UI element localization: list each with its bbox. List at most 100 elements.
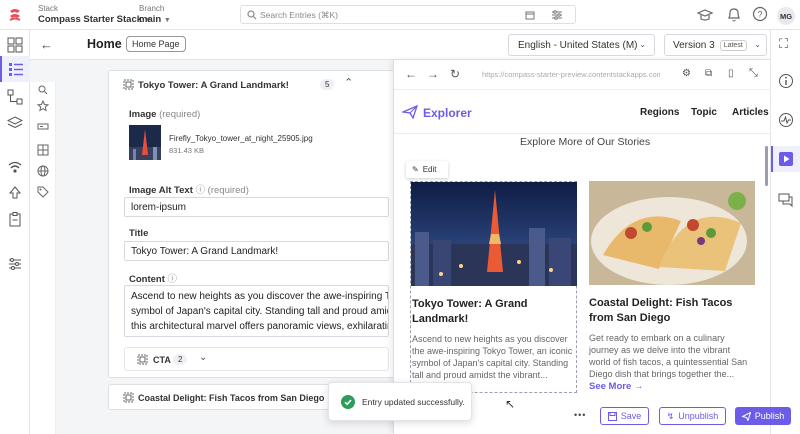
branch-label: Branch [139, 4, 165, 13]
info-icon[interactable] [778, 73, 794, 89]
comments-icon[interactable] [778, 192, 794, 208]
story-card-tacos[interactable]: Coastal Delight: Fish Tacos from San Die… [589, 181, 755, 393]
version-value: Version 3 [673, 39, 715, 51]
locale-selector[interactable]: English - United States (M) ⌄ [508, 34, 655, 56]
nav-entries-active[interactable] [0, 56, 30, 82]
field-tools-bar [30, 82, 56, 434]
cta-group: CTA 2 ⌄ [124, 347, 389, 371]
search-icon [247, 10, 257, 20]
image-filesize: 831.43 KB [169, 146, 205, 155]
back-arrow-icon[interactable]: ← [40, 37, 53, 52]
play-icon [779, 152, 793, 166]
content-field-label: Content ⓘ [129, 274, 178, 285]
fullscreen-icon[interactable]: ⛶ [779, 36, 788, 52]
page-title: Home [87, 37, 122, 51]
branch-switcher[interactable]: Branch main ▼ [139, 4, 171, 25]
info-icon: ⓘ [167, 274, 178, 285]
chevron-down-icon: ⌄ [754, 40, 761, 49]
see-more-link[interactable]: See More → [589, 381, 643, 392]
version-selector[interactable]: Version 3 Latest ⌄ [664, 34, 767, 56]
chevron-down-icon: ⌄ [639, 40, 646, 49]
contentstack-logo-icon[interactable] [6, 6, 24, 24]
site-brand[interactable]: Explorer [423, 106, 472, 120]
search-box[interactable]: Search Entries (⌘K) [240, 5, 576, 24]
content-line: Ascend to new heights as you discover th… [131, 291, 389, 302]
block-icon [123, 79, 134, 90]
publish-button[interactable]: Publish [735, 407, 791, 425]
check-circle-icon [341, 394, 355, 409]
unpublish-button[interactable]: ↯ Unpublish [659, 407, 726, 425]
filter-icon[interactable] [551, 9, 563, 21]
edit-button[interactable]: ✎ Edit [406, 161, 448, 178]
assets-stack-icon[interactable] [7, 115, 23, 131]
reload-icon[interactable]: ↻ [450, 67, 460, 81]
globe-icon[interactable] [37, 165, 49, 177]
input-field-icon[interactable] [37, 122, 49, 132]
stack-switcher[interactable]: Stack Compass Starter Stack ▼ [38, 4, 152, 25]
search-input[interactable]: Search Entries (⌘K) [260, 10, 338, 21]
help-icon[interactable]: ? [752, 6, 768, 22]
branch-name: main [139, 14, 162, 25]
activity-icon[interactable] [778, 112, 794, 128]
nav-articles[interactable]: Articles [732, 107, 769, 118]
chevron-up-icon[interactable]: ⌃ [344, 76, 353, 89]
calendar-icon[interactable] [525, 10, 535, 20]
unpublish-icon: ↯ [666, 410, 675, 421]
card-title: Coastal Delight: Fish Tacos from San Die… [589, 297, 733, 324]
collapse-icon[interactable]: ⤡ [749, 67, 758, 80]
open-external-icon[interactable]: ⧉ [705, 68, 712, 79]
user-avatar[interactable]: MG [777, 7, 795, 25]
entry-header: ← Home Home Page English - United States… [30, 30, 770, 60]
grid-icon[interactable] [37, 144, 49, 156]
preview-toolbar: ← → ↻ https://compass-starter-preview.co… [394, 60, 770, 90]
settings-sliders-icon[interactable] [7, 256, 23, 272]
cta-label: CTA [153, 355, 171, 365]
edit-label: Edit [422, 165, 437, 174]
alt-text-input[interactable]: lorem-ipsum [124, 197, 389, 217]
content-type-badge[interactable]: Home Page [126, 36, 186, 52]
content-rich-text-editor[interactable]: Ascend to new heights as you discover th… [124, 285, 389, 337]
stack-name: Compass Starter Stack [38, 14, 143, 25]
chevron-down-icon[interactable]: ⌄ [199, 352, 207, 363]
nav-regions[interactable]: Regions [640, 107, 679, 118]
nav-topic[interactable]: Topic [691, 107, 717, 118]
tokyo-tower-image [411, 182, 577, 286]
image-filename[interactable]: Firefly_Tokyo_tower_at_night_25905.jpg [169, 134, 313, 143]
gear-icon[interactable]: ⚙ [682, 68, 691, 79]
preview-url[interactable]: https://compass-starter-preview.contents… [482, 70, 660, 79]
search-icon[interactable] [38, 85, 48, 95]
modular-block-tokyo: Tokyo Tower: A Grand Landmark! 5 ⌃ Image… [108, 70, 396, 378]
success-toast: Entry updated successfully. [328, 382, 472, 421]
content-line: this architectural marvel offers panoram… [131, 321, 389, 332]
dashboard-icon[interactable] [7, 37, 23, 53]
academy-icon[interactable] [697, 7, 713, 23]
card-title: Tokyo Tower: A Grand Landmark! [412, 298, 528, 325]
title-input[interactable]: Tokyo Tower: A Grand Landmark! [124, 241, 389, 261]
preview-scrollbar[interactable] [765, 146, 768, 186]
mobile-view-icon[interactable]: ▯ [728, 68, 734, 79]
forward-arrow-icon[interactable]: → [427, 67, 439, 81]
back-arrow-icon[interactable]: ← [405, 67, 417, 81]
save-button[interactable]: Save [600, 407, 649, 425]
cta-count-badge: 2 [173, 354, 188, 365]
alt-text-label: Image Alt Text ⓘ (required) [129, 185, 249, 196]
deploy-icon[interactable] [7, 185, 23, 201]
info-icon: ⓘ [195, 185, 206, 196]
block-title: Coastal Delight: Fish Tacos from San Die… [138, 393, 325, 403]
more-options-button[interactable]: ••• [574, 410, 586, 420]
block-count-badge: 5 [320, 79, 335, 90]
tag-icon[interactable] [37, 186, 49, 198]
content-models-icon[interactable] [7, 89, 23, 105]
block-icon [123, 392, 134, 403]
releases-icon[interactable] [7, 159, 23, 175]
group-icon [137, 354, 148, 365]
live-preview-toggle[interactable] [771, 146, 800, 172]
notification-bell-icon[interactable] [726, 6, 742, 23]
left-navigation [0, 30, 30, 434]
image-thumbnail[interactable] [129, 125, 161, 160]
star-icon[interactable] [37, 100, 49, 112]
story-card-tokyo[interactable]: Tokyo Tower: A Grand Landmark! Ascend to… [410, 181, 577, 393]
svg-text:?: ? [757, 10, 762, 20]
entries-list-icon [9, 63, 23, 76]
tasks-clipboard-icon[interactable] [7, 211, 23, 227]
